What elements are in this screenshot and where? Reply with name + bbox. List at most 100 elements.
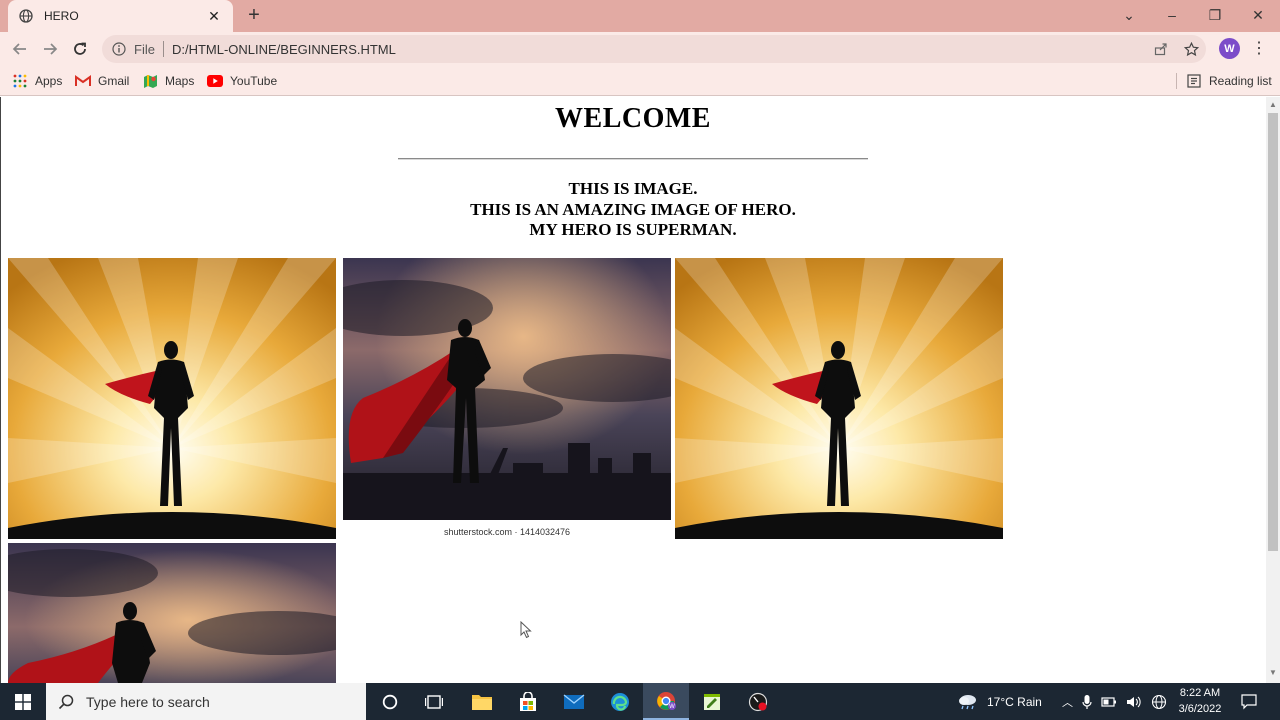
reading-list-button[interactable]: Reading list bbox=[1186, 71, 1272, 91]
bookmark-maps[interactable]: Maps bbox=[142, 71, 194, 91]
forward-button[interactable] bbox=[38, 38, 62, 60]
notification-icon bbox=[1241, 693, 1257, 709]
maps-icon bbox=[142, 73, 158, 89]
folder-icon bbox=[472, 694, 492, 710]
tab-hero[interactable]: HERO ✕ bbox=[8, 0, 233, 32]
notepad-icon bbox=[704, 693, 720, 710]
windows-taskbar: Type here to search W 17°C Rain ︿ 8:22 A… bbox=[0, 683, 1280, 720]
browser-toolbar: File D:/HTML-ONLINE/BEGINNERS.HTML W ⋮ bbox=[0, 32, 1280, 66]
task-view-icon bbox=[425, 694, 443, 709]
file-explorer-button[interactable] bbox=[459, 683, 505, 720]
cortana-button[interactable] bbox=[367, 683, 413, 720]
task-view-button[interactable] bbox=[411, 683, 457, 720]
weather-text: 17°C Rain bbox=[987, 694, 1042, 709]
page-viewport: WELCOME THIS IS IMAGE. THIS IS AN AMAZIN… bbox=[0, 97, 1266, 683]
recorder-icon bbox=[748, 692, 768, 711]
chevron-up-icon[interactable]: ︿ bbox=[1062, 694, 1073, 710]
globe-icon bbox=[18, 8, 34, 24]
url-text[interactable]: D:/HTML-ONLINE/BEGINNERS.HTML bbox=[172, 42, 1146, 57]
clock-date: 3/6/2022 bbox=[1178, 703, 1222, 715]
profile-avatar[interactable]: W bbox=[1219, 38, 1240, 59]
system-tray: ︿ bbox=[1062, 683, 1167, 720]
cloudy-hero-illustration bbox=[8, 543, 336, 683]
weather-widget[interactable]: 17°C Rain bbox=[957, 683, 1042, 720]
start-button[interactable] bbox=[0, 683, 46, 720]
microsoft-store-button[interactable] bbox=[505, 683, 551, 720]
windows-logo-icon bbox=[15, 693, 31, 710]
scroll-up-arrow-icon[interactable]: ▲ bbox=[1269, 101, 1277, 109]
tab-strip: HERO ✕ + ⌄ – ❐ ✕ bbox=[0, 0, 1280, 32]
cortana-circle-icon bbox=[382, 694, 398, 709]
store-bag-icon bbox=[520, 691, 536, 711]
bookmark-star-icon[interactable] bbox=[1176, 41, 1206, 57]
address-bar[interactable]: File D:/HTML-ONLINE/BEGINNERS.HTML bbox=[102, 35, 1206, 63]
bookmark-label: Maps bbox=[165, 74, 195, 88]
sunburst-hero-illustration bbox=[675, 258, 1003, 539]
bookmark-label: YouTube bbox=[230, 74, 278, 88]
recorder-app-button[interactable] bbox=[735, 683, 781, 720]
address-separator bbox=[162, 41, 164, 57]
notepad-plus-button[interactable] bbox=[689, 683, 735, 720]
hero-image-cloudy: shutterstock.com · 1414032476 bbox=[343, 258, 671, 539]
cloudy-hero-illustration bbox=[343, 258, 671, 520]
info-icon[interactable] bbox=[112, 42, 126, 56]
gmail-icon bbox=[75, 73, 91, 89]
taskbar-clock[interactable]: 8:22 AM 3/6/2022 bbox=[1172, 685, 1228, 717]
sunburst-hero-illustration bbox=[8, 258, 336, 539]
bookmark-apps[interactable]: Apps bbox=[12, 71, 62, 91]
page-heading: WELCOME bbox=[555, 103, 711, 134]
more-menu-icon[interactable]: ⋮ bbox=[1250, 38, 1268, 60]
bookmark-gmail[interactable]: Gmail bbox=[75, 71, 129, 91]
chrome-icon: W bbox=[657, 691, 676, 710]
new-tab-button[interactable]: + bbox=[243, 5, 265, 27]
youtube-icon bbox=[207, 73, 223, 89]
taskbar-search-box[interactable]: Type here to search bbox=[46, 683, 366, 720]
search-placeholder: Type here to search bbox=[86, 693, 210, 710]
bookmark-separator bbox=[1176, 73, 1177, 89]
hero-image-sunburst bbox=[8, 258, 336, 539]
edge-icon bbox=[611, 692, 629, 711]
microphone-icon[interactable] bbox=[1082, 694, 1092, 710]
back-button[interactable] bbox=[8, 38, 32, 60]
edge-browser-button[interactable] bbox=[597, 683, 643, 720]
bookmarks-bar: Apps Gmail Maps YouTube Reading list bbox=[0, 66, 1280, 96]
rain-cloud-icon bbox=[959, 694, 976, 709]
url-scheme: File bbox=[134, 41, 155, 57]
notifications-button[interactable] bbox=[1232, 683, 1266, 720]
mouse-cursor-icon bbox=[520, 621, 532, 639]
search-icon bbox=[58, 694, 74, 709]
reload-button[interactable] bbox=[68, 38, 92, 60]
reading-list-icon bbox=[1186, 73, 1202, 89]
image-caption: shutterstock.com · 1414032476 bbox=[443, 527, 571, 537]
tab-search-chevron-icon[interactable]: ⌄ bbox=[1107, 0, 1151, 30]
bookmark-label: Gmail bbox=[98, 74, 130, 88]
scroll-down-arrow-icon[interactable]: ▼ bbox=[1269, 669, 1277, 677]
bookmark-youtube[interactable]: YouTube bbox=[207, 71, 277, 91]
apps-grid-icon bbox=[12, 73, 28, 89]
reload-icon bbox=[74, 42, 86, 55]
clock-time: 8:22 AM bbox=[1179, 687, 1221, 699]
minimize-button[interactable]: – bbox=[1150, 0, 1194, 30]
horizontal-rule bbox=[398, 158, 868, 160]
text-line: MY HERO IS SUPERMAN. bbox=[529, 220, 737, 239]
scrollbar-thumb[interactable] bbox=[1268, 113, 1278, 551]
tab-title: HERO bbox=[44, 9, 79, 23]
arrow-left-icon bbox=[12, 43, 26, 55]
close-tab-icon[interactable]: ✕ bbox=[205, 8, 223, 25]
mail-envelope-icon bbox=[563, 693, 585, 709]
text-line: THIS IS IMAGE. bbox=[568, 179, 698, 198]
hero-image-cloudy bbox=[8, 543, 336, 683]
share-icon[interactable] bbox=[1146, 42, 1176, 56]
volume-icon[interactable] bbox=[1126, 695, 1142, 709]
globe-network-icon[interactable] bbox=[1151, 694, 1167, 710]
mail-button[interactable] bbox=[551, 683, 597, 720]
hero-image-sunburst bbox=[675, 258, 1003, 539]
arrow-right-icon bbox=[44, 43, 58, 55]
chrome-taskbar-button[interactable]: W bbox=[643, 683, 689, 720]
battery-icon[interactable] bbox=[1101, 695, 1117, 709]
restore-button[interactable]: ❐ bbox=[1193, 0, 1237, 30]
bookmark-label: Apps bbox=[35, 74, 63, 88]
close-window-button[interactable]: ✕ bbox=[1236, 0, 1280, 30]
text-line: THIS IS AN AMAZING IMAGE OF HERO. bbox=[470, 200, 796, 219]
page-scrollbar[interactable]: ▲ ▼ bbox=[1266, 97, 1280, 683]
